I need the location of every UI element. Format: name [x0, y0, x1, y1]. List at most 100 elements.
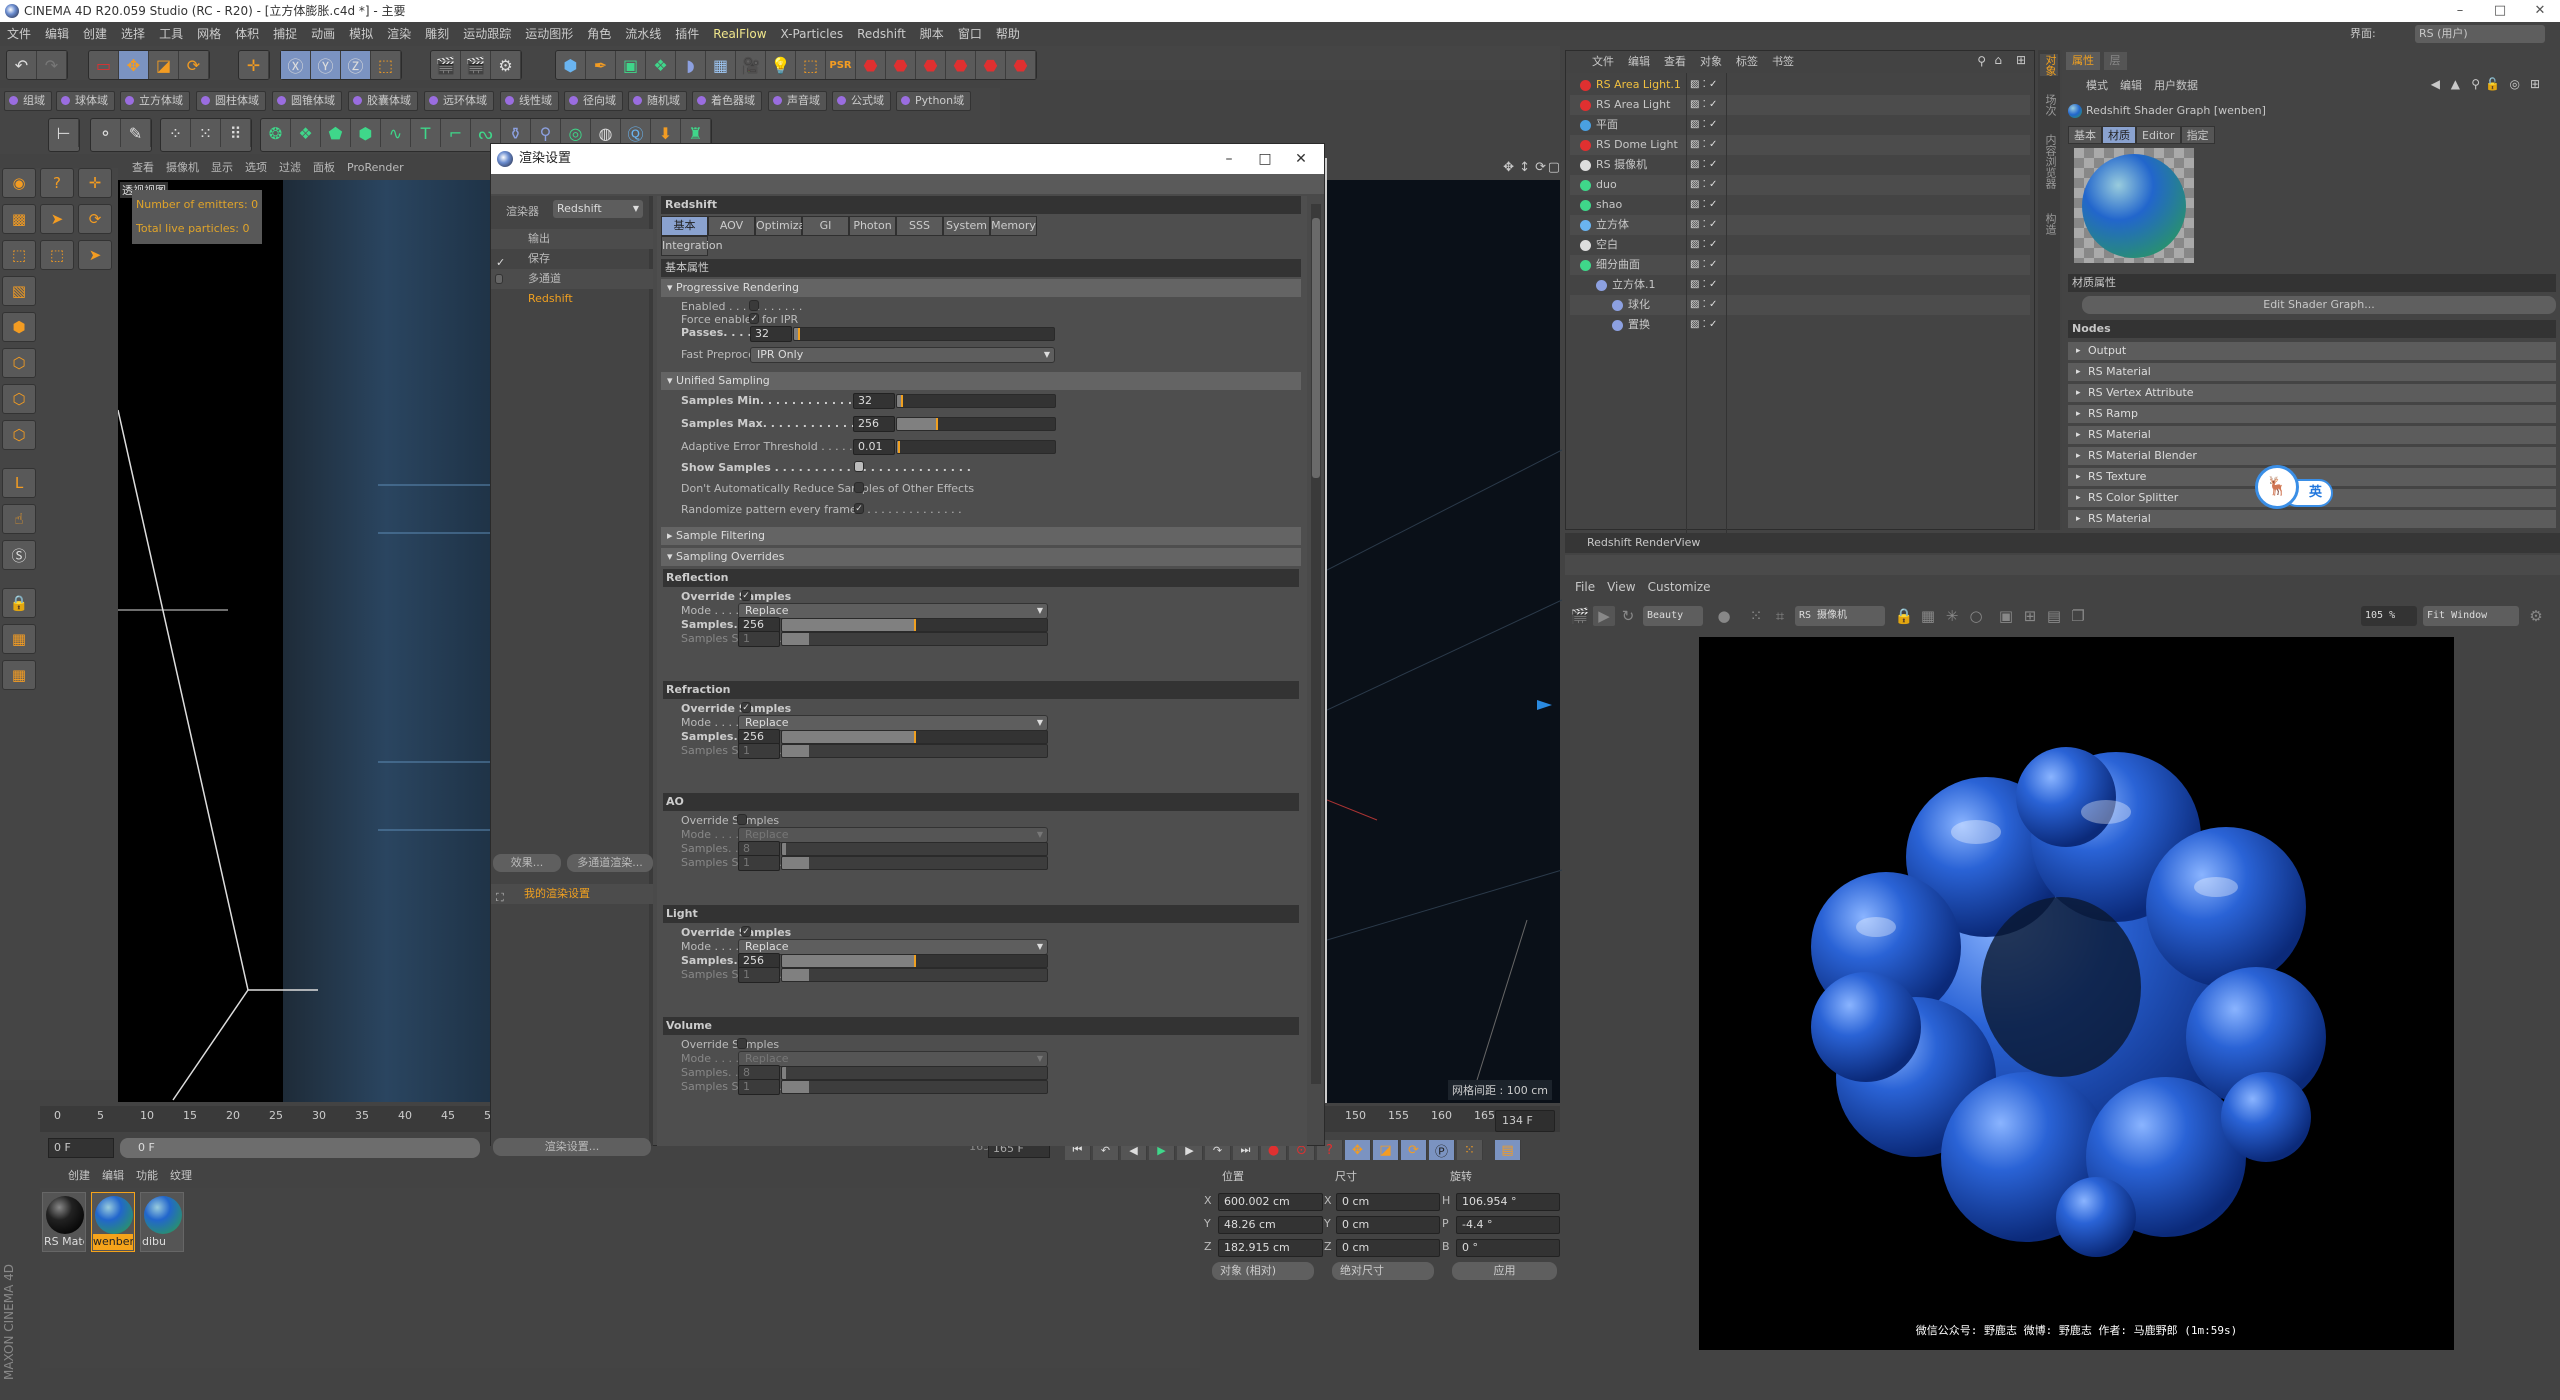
object-row[interactable]: 置换 ▨ ⁚ ✓ — [1570, 315, 2030, 335]
pan-icon[interactable]: ✥ — [1503, 160, 1514, 175]
apply-button[interactable]: 应用 — [1452, 1262, 1557, 1280]
light-icon[interactable]: 💡 — [766, 51, 796, 79]
voronoi-icon[interactable]: ⬟ — [321, 119, 351, 147]
enabled-checkbox[interactable] — [749, 300, 759, 311]
renderview-menu-item[interactable]: File — [1575, 580, 1595, 594]
visibility-toggles[interactable]: ▨ ⁚ ✓ — [1690, 255, 1730, 275]
make-editable-icon[interactable]: ◉ — [2, 168, 36, 198]
zoom-field[interactable]: 105 % — [2361, 606, 2417, 626]
attribute-subtab[interactable]: 基本 — [2068, 126, 2102, 144]
viewport-menu-item[interactable]: 选项 — [245, 161, 267, 174]
perspective-viewport[interactable]: 透视视图 — [118, 180, 490, 1102]
samples-slider[interactable] — [781, 842, 1048, 856]
object-menu-item[interactable]: 标签 — [1736, 55, 1758, 68]
spline-icon[interactable]: ∿ — [381, 119, 411, 147]
attribute-menu-item[interactable]: 模式 — [2086, 79, 2108, 92]
field-button[interactable]: 公式域 — [832, 91, 891, 111]
renderview-menu-item[interactable]: Customize — [1648, 580, 1711, 594]
field-button[interactable]: 圆柱体域 — [196, 91, 266, 111]
object-row[interactable]: 立方体.1 ▨ ⁚ ✓ — [1570, 275, 2030, 295]
lock-icon[interactable]: 🔒 — [1893, 606, 1915, 626]
scale-icon[interactable]: ◪ — [149, 51, 179, 79]
progressive-rendering-group[interactable]: ▾ Progressive Rendering — [661, 279, 1301, 297]
visibility-toggles[interactable]: ▨ ⁚ ✓ — [1690, 95, 1730, 115]
menu-item[interactable]: 流水线 — [618, 22, 668, 46]
slider-handle[interactable] — [913, 955, 916, 967]
object-row[interactable]: shao ▨ ⁚ ✓ — [1570, 195, 2030, 215]
material-item[interactable]: dibu — [140, 1192, 184, 1252]
passes-slider[interactable] — [793, 327, 1055, 341]
pos-x-input[interactable]: 600.002 cm — [1218, 1193, 1323, 1211]
size-y-input[interactable]: 0 cm — [1336, 1216, 1440, 1234]
menu-item[interactable]: 工具 — [152, 22, 190, 46]
rot-p-input[interactable]: -4.4 ° — [1456, 1216, 1560, 1234]
visibility-toggles[interactable]: ▨ ⁚ ✓ — [1690, 275, 1730, 295]
visibility-toggles[interactable]: ▨ ⁚ ✓ — [1690, 295, 1730, 315]
tab-基本[interactable]: 基本 — [661, 216, 708, 236]
visibility-toggles[interactable]: ▨ ⁚ ✓ — [1690, 235, 1730, 255]
fit-dropdown[interactable]: Fit Window — [2423, 606, 2519, 626]
grid-icon[interactable]: ▦ — [2, 660, 36, 690]
play-render-icon[interactable]: ▶ — [1593, 606, 1615, 626]
material-menu-item[interactable]: 创建 — [68, 1169, 90, 1182]
redo-icon[interactable]: ↷ — [37, 51, 67, 79]
viewport-right-part[interactable]: ✥ ↕ ⟳ ▢ 网格间距 : 100 cm — [1325, 158, 1562, 1103]
sampling-overrides-group[interactable]: ▾ Sampling Overrides — [661, 548, 1301, 566]
menu-item[interactable]: 网格 — [190, 22, 228, 46]
emitter-icon[interactable]: ❂ — [261, 119, 291, 147]
object-menu-item[interactable]: 对象 — [1700, 55, 1722, 68]
attribute-subtab[interactable]: 指定 — [2180, 126, 2215, 144]
tweak-icon[interactable]: ☝ — [2, 504, 36, 534]
snapshot-icon[interactable]: ▣ — [1995, 606, 2017, 626]
field-button[interactable]: 组域 — [4, 91, 52, 111]
texture-mode-icon[interactable]: ▩ — [2, 204, 36, 234]
visibility-toggles[interactable]: ▨ ⁚ ✓ — [1690, 195, 1730, 215]
text-icon[interactable]: T — [411, 119, 441, 147]
back-icon[interactable]: ◀ — [2431, 77, 2440, 91]
copy-icon[interactable]: ❐ — [2067, 606, 2089, 626]
attribute-menu-item[interactable]: 用户数据 — [2154, 79, 2198, 92]
object-row[interactable]: 平面 ▨ ⁚ ✓ — [1570, 115, 2030, 135]
samples-scale-slider[interactable] — [781, 632, 1048, 646]
samples-scale-slider[interactable] — [781, 1080, 1048, 1094]
side-tab[interactable]: 构造 — [2040, 213, 2058, 235]
tree-item-multipass[interactable]: 多通道 — [491, 269, 653, 289]
adaptive-error-slider[interactable] — [896, 440, 1056, 454]
target-icon[interactable]: ◎ — [2510, 77, 2520, 91]
axis-mode-icon[interactable]: L — [2, 468, 36, 498]
rs-proxy-icon[interactable]: ⬣ — [1006, 51, 1036, 79]
samples-slider[interactable] — [781, 1066, 1048, 1080]
z-axis-icon[interactable]: Ⓩ — [341, 51, 371, 79]
menu-item[interactable]: 动画 — [304, 22, 342, 46]
up-icon[interactable]: ▲ — [2451, 77, 2460, 91]
node-item[interactable]: RS Vertex Attribute — [2068, 384, 2556, 402]
preset-expand-icon[interactable]: ⛶ — [496, 888, 504, 908]
maximize-view-icon[interactable]: ▢ — [1548, 160, 1560, 175]
object-row[interactable]: RS 摄像机 ▨ ⁚ ✓ — [1570, 155, 2030, 175]
maximize-button[interactable]: □ — [2480, 0, 2520, 22]
home-icon[interactable]: ⌂ — [1994, 53, 2002, 67]
preset-item[interactable]: ⛶ 我的渲染设置 — [491, 884, 653, 904]
pos-z-input[interactable]: 182.915 cm — [1218, 1239, 1323, 1257]
samples-min-slider[interactable] — [896, 394, 1056, 408]
material-menu-item[interactable]: 编辑 — [102, 1169, 124, 1182]
select-arrow-icon[interactable]: ➤ — [40, 204, 74, 234]
cloner-icon[interactable]: ❖ — [646, 51, 676, 79]
node-item[interactable]: Output — [2068, 342, 2556, 360]
field-button[interactable]: Python域 — [896, 91, 972, 111]
samples-scale-slider[interactable] — [781, 968, 1048, 982]
rs-environment-icon[interactable]: ⬣ — [916, 51, 946, 79]
samples-scale-slider[interactable] — [781, 856, 1048, 870]
object-row[interactable]: RS Area Light.1 ▨ ⁚ ✓ — [1570, 75, 2030, 95]
coordinate-mode-dropdown[interactable]: 对象 (相对) — [1212, 1262, 1314, 1280]
rs-object-icon[interactable]: ⬣ — [856, 51, 886, 79]
rot-b-input[interactable]: 0 ° — [1456, 1239, 1560, 1257]
new-window-icon[interactable]: ⊞ — [2530, 77, 2540, 91]
noise-icon[interactable]: ⁙ — [1745, 606, 1767, 626]
show-samples-checkbox[interactable] — [854, 461, 864, 472]
render-settings-icon[interactable]: ⚙ — [491, 51, 521, 79]
samples-max-slider[interactable] — [896, 417, 1056, 431]
tree-item-redshift[interactable]: Redshift — [491, 289, 653, 309]
frame-range-slider[interactable]: 0 F — [120, 1138, 480, 1158]
node-item[interactable]: RS Material — [2068, 426, 2556, 444]
